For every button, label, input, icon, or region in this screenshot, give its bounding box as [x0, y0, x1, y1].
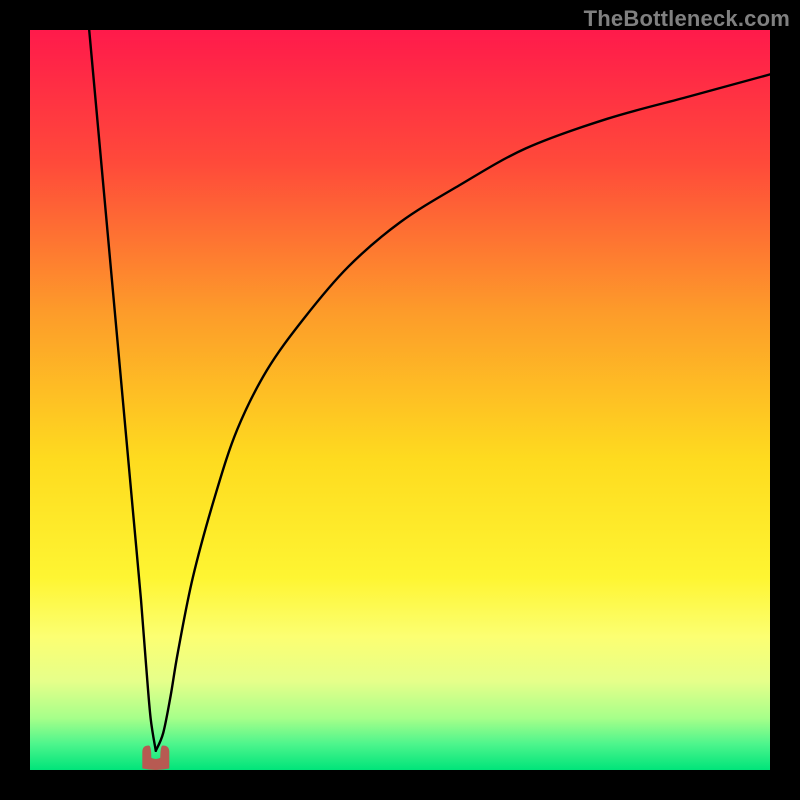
chart-svg [30, 30, 770, 770]
gradient-background [30, 30, 770, 770]
watermark-text: TheBottleneck.com [584, 6, 790, 32]
plot-area [30, 30, 770, 770]
chart-frame: TheBottleneck.com [0, 0, 800, 800]
